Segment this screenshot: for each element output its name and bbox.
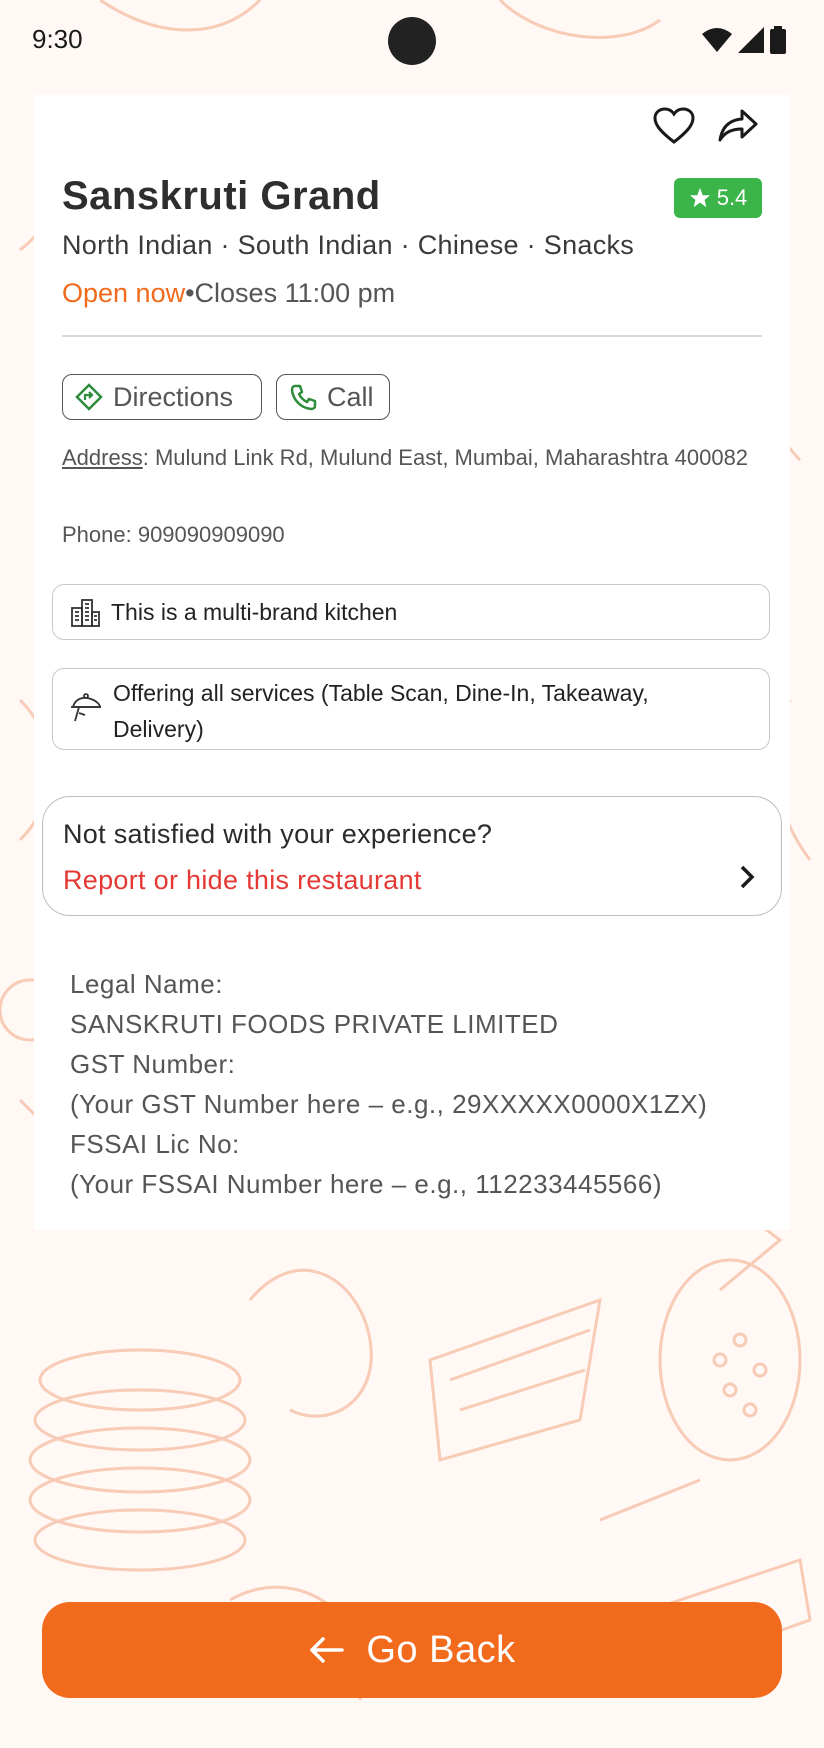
hours-separator: • [185, 278, 195, 308]
arrow-left-icon [310, 1637, 345, 1663]
services-notice: Offering all services (Table Scan, Dine-… [52, 668, 770, 750]
address-text: Address: Mulund Link Rd, Mulund East, Mu… [62, 440, 762, 476]
chevron-right-icon [740, 865, 755, 889]
gst-label: GST Number: [70, 1049, 236, 1079]
restaurant-name: Sanskruti Grand [62, 174, 381, 218]
legal-name-value: SANSKRUTI FOODS PRIVATE LIMITED [70, 1009, 559, 1039]
address-value: : Mulund Link Rd, Mulund East, Mumbai, M… [142, 445, 749, 470]
report-restaurant-card[interactable]: Not satisfied with your experience? Repo… [42, 796, 782, 916]
cellular-signal-icon [738, 27, 764, 53]
call-label: Call [327, 381, 374, 412]
share-button[interactable] [714, 102, 762, 150]
multi-brand-text: This is a multi-brand kitchen [111, 599, 398, 625]
star-icon [689, 187, 710, 208]
call-button[interactable]: Call [276, 374, 390, 420]
directions-icon [75, 383, 103, 411]
report-link[interactable]: Report or hide this restaurant [63, 865, 422, 896]
heart-icon [653, 107, 695, 144]
battery-icon [770, 26, 786, 54]
go-back-button[interactable]: Go Back [42, 1602, 782, 1698]
directions-button[interactable]: Directions [62, 374, 262, 420]
camera-cutout [388, 17, 436, 65]
status-time: 9:30 [32, 24, 83, 54]
fssai-value: (Your FSSAI Number here – e.g., 11223344… [70, 1169, 662, 1199]
status-bar: 9:30 [0, 0, 824, 80]
wifi-icon [702, 28, 732, 52]
legal-name-label: Legal Name: [70, 969, 223, 999]
go-back-label: Go Back [366, 1628, 516, 1671]
address-label: Address [62, 445, 143, 470]
report-question: Not satisfied with your experience? [63, 819, 493, 849]
rating-badge: 5.4 [674, 178, 762, 218]
phone-text: Phone: 909090909090 [62, 522, 285, 547]
closing-time: Closes 11:00 pm [194, 278, 396, 308]
rating-value: 5.4 [716, 185, 748, 210]
cuisine-list: North Indian · South Indian · Chinese · … [62, 230, 635, 260]
services-text: Offering all services (Table Scan, Dine-… [113, 680, 649, 742]
fssai-label: FSSAI Lic No: [70, 1129, 240, 1159]
multi-brand-notice: This is a multi-brand kitchen [52, 584, 770, 640]
share-icon [718, 109, 758, 142]
divider [62, 335, 762, 337]
status-icons [702, 26, 786, 54]
buildings-icon [71, 599, 100, 627]
gst-value: (Your GST Number here – e.g., 29XXXXX000… [70, 1089, 708, 1119]
waiter-cloche-icon [71, 693, 101, 722]
legal-info: Legal Name: SANSKRUTI FOODS PRIVATE LIMI… [70, 964, 707, 1204]
phone-icon [290, 384, 317, 411]
favorite-button[interactable] [650, 102, 698, 150]
open-status: Open now [62, 278, 186, 308]
directions-label: Directions [113, 381, 234, 412]
opening-hours: Open now•Closes 11:00 pm [62, 278, 395, 309]
